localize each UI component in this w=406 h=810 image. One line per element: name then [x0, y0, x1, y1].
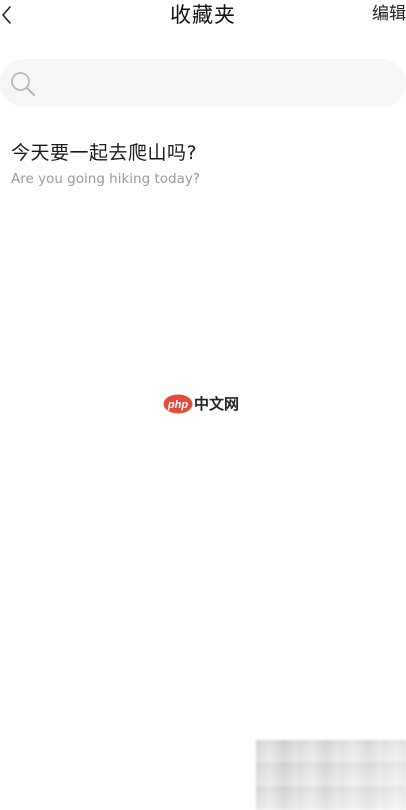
watermark: php 中文网	[163, 394, 239, 414]
search-icon	[11, 72, 35, 96]
header-bar: 收藏夹 编辑	[0, 0, 406, 32]
favorite-title: 今天要一起去爬山吗?	[11, 142, 198, 164]
svg-text:php: php	[167, 399, 188, 411]
blurred-overlay-texture	[256, 740, 406, 810]
php-logo-icon: php	[163, 394, 193, 414]
watermark-text: 中文网	[194, 395, 240, 413]
edit-button[interactable]: 编辑	[372, 3, 406, 25]
list-item[interactable]: 今天要一起去爬山吗? Are you going hiking today?	[0, 135, 406, 195]
blurred-overlay	[256, 740, 406, 810]
page-title: 收藏夹	[170, 3, 236, 27]
search-input[interactable]	[0, 59, 406, 107]
favorites-screen: 收藏夹 编辑 今天要一起去爬山吗? Are you going hiking t…	[0, 0, 406, 810]
favorite-subtitle: Are you going hiking today?	[11, 171, 201, 187]
